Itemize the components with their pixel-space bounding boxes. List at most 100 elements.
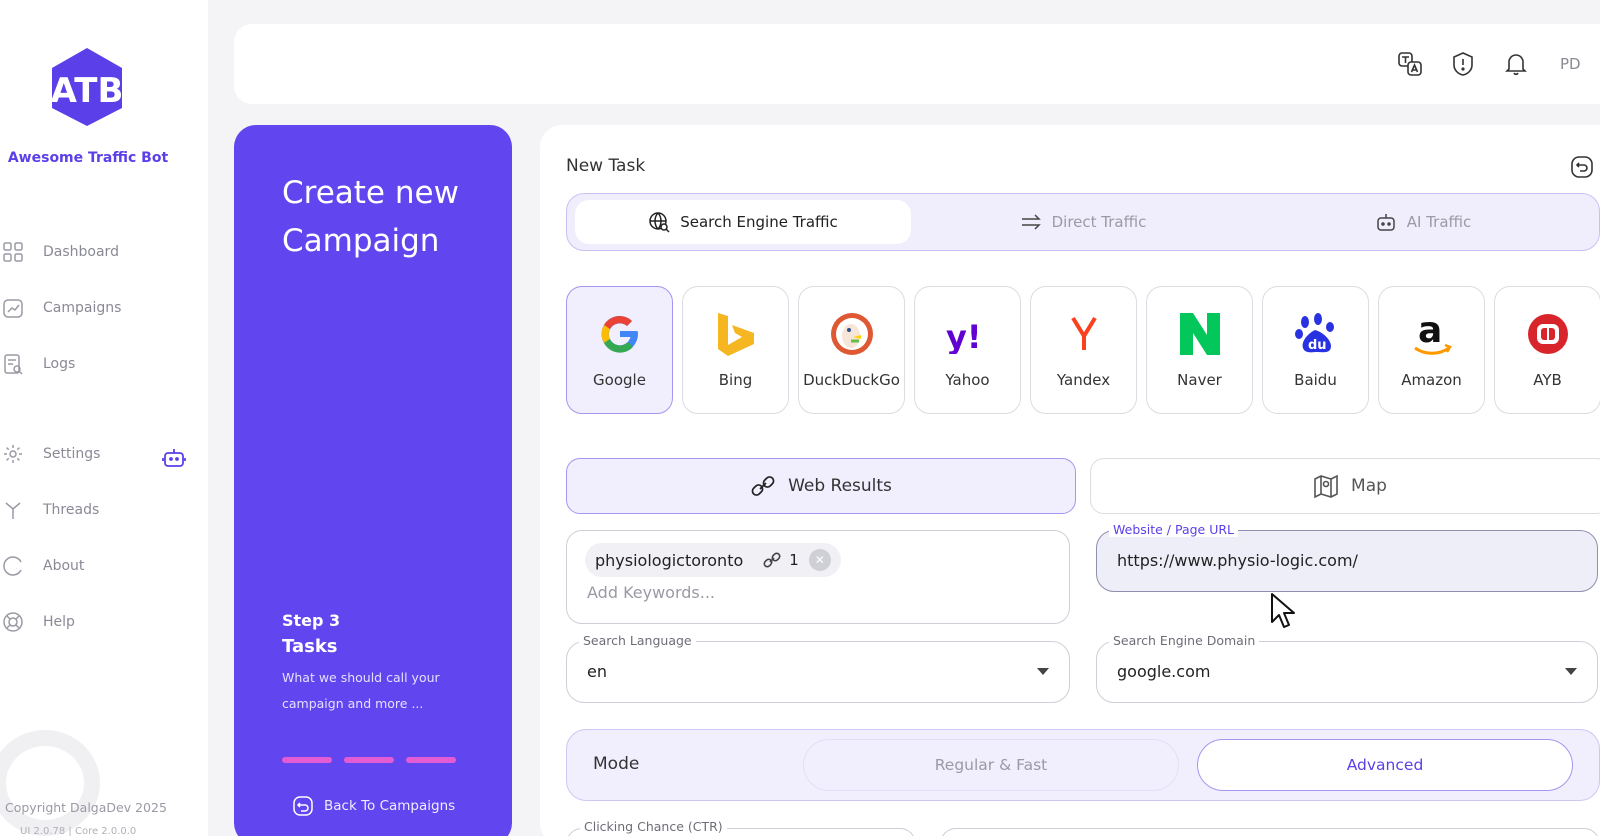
robot-icon bbox=[1376, 214, 1395, 231]
step-title: Tasks bbox=[282, 636, 338, 657]
engine-amazon[interactable]: a Amazon bbox=[1378, 286, 1485, 414]
mode-advanced-button[interactable]: Advanced bbox=[1197, 739, 1573, 791]
back-label: Back To Campaigns bbox=[324, 798, 456, 814]
engine-label: Amazon bbox=[1401, 371, 1462, 389]
sidebar-item-label: Dashboard bbox=[43, 244, 119, 260]
back-to-campaigns-button[interactable]: Back To Campaigns bbox=[292, 795, 455, 817]
field-label: Search Engine Domain bbox=[1109, 633, 1260, 648]
keyword-text: physiologictoronto bbox=[595, 550, 744, 570]
traffic-type-tabs: Search Engine Traffic Direct Traffic AI … bbox=[566, 193, 1600, 251]
duckduckgo-icon bbox=[827, 309, 877, 359]
baidu-icon: du bbox=[1291, 309, 1341, 359]
naver-icon bbox=[1175, 309, 1225, 359]
engine-label: Yandex bbox=[1056, 371, 1111, 389]
search-engine-domain-value: google.com bbox=[1117, 662, 1211, 681]
yahoo-icon: y! bbox=[943, 309, 993, 359]
app-brand-name: Awesome Traffic Bot bbox=[7, 150, 169, 166]
user-avatar-initials[interactable]: PD bbox=[1560, 55, 1581, 73]
campaign-steps-panel: Create new Campaign Step 3 Tasks What we… bbox=[234, 125, 512, 836]
about-icon bbox=[3, 556, 22, 576]
ctr-label: Clicking Chance (CTR) bbox=[580, 819, 727, 834]
ctr-secondary-field[interactable] bbox=[940, 828, 1600, 836]
chevron-down-icon bbox=[1565, 668, 1577, 675]
help-icon bbox=[3, 612, 23, 632]
engine-google[interactable]: Google bbox=[566, 286, 673, 414]
sidebar-item-label: Help bbox=[43, 614, 75, 630]
reset-icon[interactable] bbox=[1570, 155, 1594, 179]
robot-icon[interactable] bbox=[162, 446, 186, 470]
engine-label: Baidu bbox=[1294, 371, 1337, 389]
sidebar-item-dashboard[interactable]: Dashboard bbox=[2, 238, 119, 266]
sidebar-item-label: About bbox=[43, 558, 85, 574]
tab-direct-traffic[interactable]: Direct Traffic bbox=[915, 200, 1251, 244]
search-engine-domain-select[interactable]: Search Engine Domain google.com bbox=[1096, 633, 1598, 703]
campaigns-icon bbox=[3, 299, 23, 318]
remove-keyword-icon[interactable]: ✕ bbox=[808, 549, 831, 571]
yandex-icon bbox=[1059, 309, 1109, 359]
step-progress bbox=[282, 757, 456, 763]
dashboard-icon bbox=[3, 242, 23, 262]
field-label: Search Language bbox=[579, 633, 696, 648]
add-keywords-input[interactable] bbox=[587, 583, 1027, 602]
mode-regular-button[interactable]: Regular & Fast bbox=[803, 739, 1179, 791]
app-logo: ATB bbox=[51, 48, 124, 126]
keyword-count: 1 bbox=[789, 551, 799, 569]
mode-label: Mode bbox=[593, 754, 640, 774]
engine-label: Naver bbox=[1177, 371, 1222, 389]
sidebar-item-about[interactable]: About bbox=[2, 552, 84, 580]
sidebar-item-threads[interactable]: Threads bbox=[2, 496, 99, 524]
progress-dot bbox=[406, 757, 456, 763]
search-language-select[interactable]: Search Language en bbox=[566, 633, 1070, 703]
engine-yandex[interactable]: Yandex bbox=[1030, 286, 1137, 414]
engine-ayb[interactable]: AYB bbox=[1494, 286, 1600, 414]
chevron-down-icon bbox=[1037, 668, 1049, 675]
arrows-right-icon bbox=[1021, 214, 1041, 230]
svg-text:ATB: ATB bbox=[51, 71, 124, 111]
bing-icon bbox=[711, 309, 761, 359]
engine-yahoo[interactable]: y! Yahoo bbox=[914, 286, 1021, 414]
website-url-field[interactable]: Website / Page URL https://www.physio-lo… bbox=[1096, 522, 1598, 592]
sidebar-item-settings[interactable]: Settings bbox=[2, 440, 100, 468]
svg-text:y!: y! bbox=[946, 318, 981, 354]
engine-label: Bing bbox=[718, 371, 753, 389]
sidebar-item-campaigns[interactable]: Campaigns bbox=[2, 294, 121, 322]
translate-icon[interactable] bbox=[1397, 51, 1423, 77]
keywords-field[interactable]: physiologictoronto 1 ✕ bbox=[566, 530, 1070, 624]
sidebar: ATB Awesome Traffic Bot Dashboard Campai… bbox=[0, 0, 208, 836]
ayb-icon bbox=[1523, 309, 1573, 359]
tab-map[interactable]: Map bbox=[1090, 458, 1600, 514]
sidebar-item-label: Logs bbox=[43, 356, 76, 372]
tab-web-results[interactable]: Web Results bbox=[566, 458, 1076, 514]
engine-label: Yahoo bbox=[945, 371, 990, 389]
tab-search-engine-traffic[interactable]: Search Engine Traffic bbox=[575, 200, 911, 244]
sidebar-item-label: Campaigns bbox=[43, 300, 122, 316]
sidebar-item-label: Threads bbox=[43, 502, 100, 518]
amazon-icon: a bbox=[1407, 309, 1457, 359]
engine-naver[interactable]: Naver bbox=[1146, 286, 1253, 414]
step-number: Step 3 bbox=[282, 611, 341, 630]
svg-text:du: du bbox=[1308, 338, 1327, 353]
engine-bing[interactable]: Bing bbox=[682, 286, 789, 414]
alert-icon[interactable] bbox=[1450, 51, 1476, 77]
panel-title: Create new Campaign bbox=[282, 175, 459, 259]
engine-label: DuckDuckGo bbox=[803, 371, 900, 389]
field-label: Website / Page URL bbox=[1109, 522, 1239, 537]
sidebar-item-help[interactable]: Help bbox=[2, 608, 75, 636]
copyright-text: Copyright DalgaDev 2025 bbox=[5, 800, 167, 815]
engine-label: AYB bbox=[1533, 371, 1562, 389]
google-icon bbox=[595, 309, 645, 359]
tab-ai-traffic[interactable]: AI Traffic bbox=[1255, 200, 1591, 244]
sidebar-item-label: Settings bbox=[43, 446, 101, 462]
engine-baidu[interactable]: du Baidu bbox=[1262, 286, 1369, 414]
decorative-swirl bbox=[0, 730, 100, 836]
tab-label: Search Engine Traffic bbox=[680, 213, 838, 231]
engine-duckduckgo[interactable]: DuckDuckGo bbox=[798, 286, 905, 414]
version-text: UI 2.0.78 | Core 2.0.0.0 bbox=[20, 826, 137, 836]
engine-label: Google bbox=[593, 371, 646, 389]
keyword-chip[interactable]: physiologictoronto 1 ✕ bbox=[585, 543, 841, 577]
bell-icon[interactable] bbox=[1503, 51, 1529, 77]
tab-label: Map bbox=[1351, 476, 1387, 496]
sidebar-item-logs[interactable]: Logs bbox=[2, 350, 75, 378]
back-icon bbox=[293, 796, 313, 816]
tab-label: Web Results bbox=[788, 476, 892, 496]
